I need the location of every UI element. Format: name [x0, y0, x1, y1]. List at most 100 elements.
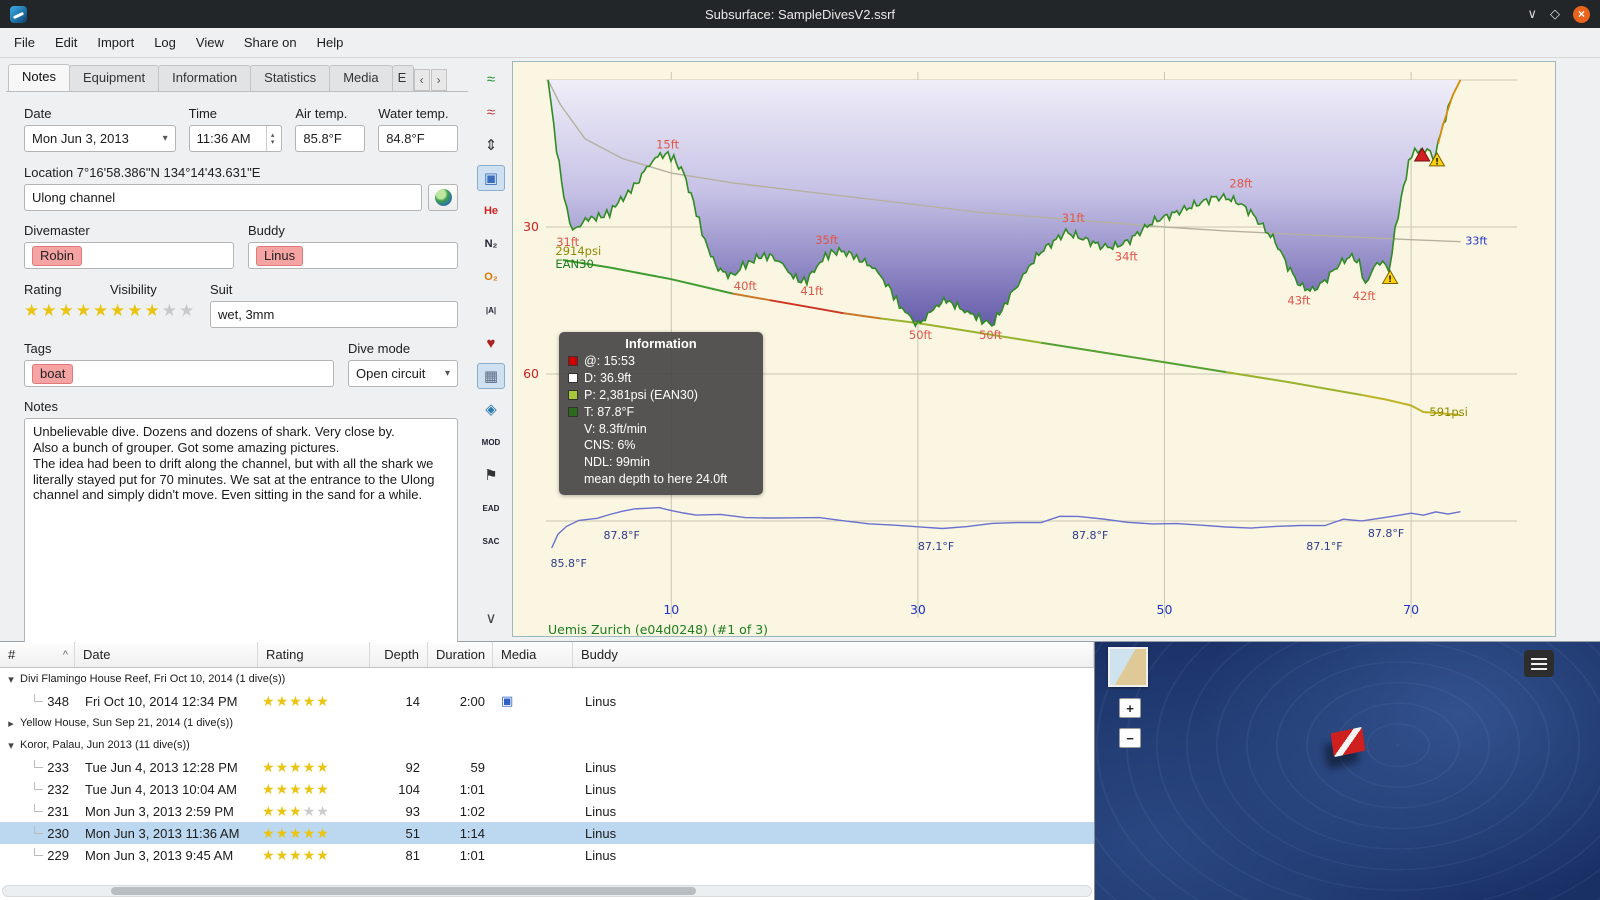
menu-item-file[interactable]: File [4, 31, 45, 54]
divemaster-label: Divemaster [24, 223, 90, 238]
map-panel[interactable]: + − [1095, 642, 1600, 900]
svg-text:15ft: 15ft [656, 138, 679, 152]
dive-number: 232 [47, 781, 69, 797]
dive-mode-select[interactable]: Open circuit ▾ [348, 360, 458, 387]
pp-oxygen-toggle-button[interactable]: O₂ [477, 264, 505, 290]
spinner-icons[interactable]: ▴ ▾ [265, 126, 274, 151]
time-input[interactable]: 11:36 AM ▴ ▾ [188, 125, 283, 152]
dive-depth: 93 [405, 803, 420, 819]
dc-ceiling-toggle-button[interactable]: ≈ [477, 66, 505, 92]
trip-row[interactable]: ▸ Yellow House, Sun Sep 21, 2014 (1 dive(… [0, 712, 1094, 734]
measuring-ruler-toggle-icon: ⇕ [484, 137, 498, 154]
tab-statistics[interactable]: Statistics [250, 65, 331, 91]
star-icon: ★ [302, 802, 317, 819]
notes-textarea[interactable]: Unbelievable dive. Dozens and dozens of … [24, 418, 458, 646]
close-icon[interactable]: × [1573, 5, 1590, 23]
svg-text:!: ! [1388, 275, 1392, 285]
buddy-label: Buddy [248, 223, 285, 238]
menu-item-import[interactable]: Import [87, 31, 144, 54]
star-icon: ★ [275, 692, 290, 709]
column-header-depth[interactable]: Depth [370, 642, 428, 667]
svg-text:70: 70 [1403, 602, 1419, 617]
trip-label: Yellow House, Sun Sep 21, 2014 (1 dive(s… [20, 717, 233, 729]
ead-toggle-button[interactable]: EAD [477, 495, 505, 521]
map-menu-button[interactable] [1524, 650, 1554, 677]
chevron-right-icon[interactable]: ▸ [4, 717, 18, 730]
air-toggle-button[interactable]: |A| [477, 297, 505, 323]
buddy-chip[interactable]: Linus [256, 245, 304, 266]
tags-input[interactable]: boat [24, 360, 334, 387]
tab-scroll-left-button[interactable]: ‹ [413, 69, 430, 91]
horizontal-scrollbar[interactable] [2, 885, 1092, 897]
maximize-icon[interactable]: ◇ [1550, 6, 1560, 22]
globe-button[interactable] [428, 184, 458, 211]
dive-row[interactable]: 231 Mon Jun 3, 2013 2:59 PM ★ ★ ★ ★ ★ 93 1:02 Lin… [0, 800, 1094, 822]
buddy-input[interactable]: Linus [248, 242, 458, 269]
mod-toggle-button[interactable]: MOD [477, 429, 505, 455]
visibility-stars[interactable]: ★★★★★ [110, 301, 210, 321]
pp-helium-toggle-button[interactable]: He [477, 198, 505, 224]
dive-row[interactable]: 348 Fri Oct 10, 2014 12:34 PM ★ ★ ★ ★ ★ 14 2:00 ▣… [0, 690, 1094, 712]
heart-rate-toggle-button[interactable]: ♥ [477, 330, 505, 356]
tank-pressure-line [732, 292, 771, 302]
dive-row[interactable]: 230 Mon Jun 3, 2013 11:36 AM ★ ★ ★ ★ ★ 51 1:14 Li… [0, 822, 1094, 844]
calculated-ceiling-toggle-button[interactable]: ≈ [477, 99, 505, 125]
column-header-duration[interactable]: Duration [428, 642, 493, 667]
menu-item-view[interactable]: View [186, 31, 234, 54]
star-icon: ★ [93, 301, 111, 320]
dive-depth: 14 [405, 693, 420, 709]
column-header-media[interactable]: Media [493, 642, 573, 667]
measuring-ruler-toggle-button[interactable]: ⇕ [477, 132, 505, 158]
map-zoom-out-button[interactable]: − [1119, 728, 1141, 748]
dive-row[interactable]: 229 Mon Jun 3, 2013 9:45 AM ★ ★ ★ ★ ★ 81 1:01 Lin… [0, 844, 1094, 866]
tab-scroll-right-button[interactable]: › [430, 69, 447, 91]
column-header-rating[interactable]: Rating [258, 642, 370, 667]
scrollbar-thumb[interactable] [111, 887, 696, 895]
chevron-down-icon[interactable]: ▾ [4, 673, 18, 686]
tab-information[interactable]: Information [158, 65, 252, 91]
ndl-toggle-button[interactable]: ⚑ [477, 462, 505, 488]
air-temp-input[interactable]: 85.8°F [295, 125, 366, 152]
divemaster-chip[interactable]: Robin [32, 245, 82, 266]
collapse-toolbar-button[interactable]: ∨ [477, 605, 505, 631]
menu-item-edit[interactable]: Edit [45, 31, 87, 54]
menu-item-share-on[interactable]: Share on [234, 31, 307, 54]
notes-tab-pane: Date Mon Jun 3, 2013 ▾ Time 11:36 AM ▴ ▾ … [6, 91, 468, 646]
tab-notes[interactable]: Notes [8, 64, 70, 91]
tag-chip[interactable]: boat [32, 363, 74, 384]
column-header-date[interactable]: Date [75, 642, 258, 667]
menu-item-log[interactable]: Log [144, 31, 186, 54]
tank-bar-toggle-button[interactable]: ▦ [477, 363, 505, 389]
map-zoom-in-button[interactable]: + [1119, 698, 1141, 718]
ceiling-increments-toggle-button[interactable]: ◈ [477, 396, 505, 422]
star-icon: ★ [262, 692, 276, 709]
tab-media[interactable]: Media [329, 65, 393, 91]
trip-row[interactable]: ▾ Koror, Palau, Jun 2013 (11 dive(s)) [0, 734, 1094, 756]
dive-rating: ★ ★ ★ ★ ★ [258, 844, 370, 866]
minimize-icon[interactable]: ∨ [1527, 6, 1537, 22]
divemaster-input[interactable]: Robin [24, 242, 234, 269]
sac-toggle-button[interactable]: SAC [477, 528, 505, 554]
trip-row[interactable]: ▾ Divi Flamingo House Reef, Fri Oct 10, 2… [0, 668, 1094, 690]
date-select[interactable]: Mon Jun 3, 2013 ▾ [24, 125, 176, 152]
map-overview-thumbnail[interactable] [1108, 647, 1148, 687]
legend-swatch [568, 407, 578, 418]
app-icon [10, 5, 27, 23]
photo-icon[interactable]: ▣ [501, 693, 513, 709]
rating-stars[interactable]: ★★★★★ [24, 301, 110, 321]
tab-equipment[interactable]: Equipment [68, 65, 160, 91]
water-temp-input[interactable]: 84.8°F [378, 125, 458, 152]
pp-nitrogen-toggle-button[interactable]: N₂ [477, 231, 505, 257]
dive-row[interactable]: 232 Tue Jun 4, 2013 10:04 AM ★ ★ ★ ★ ★ 104 1:01 L… [0, 778, 1094, 800]
menu-item-help[interactable]: Help [307, 31, 354, 54]
dive-row[interactable]: 233 Tue Jun 4, 2013 12:28 PM ★ ★ ★ ★ ★ 92 59 Linu… [0, 756, 1094, 778]
profile-infobox: Information @: 15:53 D: 36.9ft P: 2,381psi … [559, 332, 763, 495]
suit-input[interactable]: wet, 3mm [210, 301, 458, 328]
location-input[interactable]: Ulong channel [24, 184, 422, 211]
tab-e[interactable]: E [391, 65, 414, 91]
column-header-buddy[interactable]: Buddy [573, 642, 1094, 667]
show-photos-toggle-button[interactable]: ▣ [477, 165, 505, 191]
star-icon: ★ [316, 692, 330, 709]
column-header-number[interactable]: # ^ [0, 642, 75, 667]
chevron-down-icon[interactable]: ▾ [4, 739, 18, 752]
